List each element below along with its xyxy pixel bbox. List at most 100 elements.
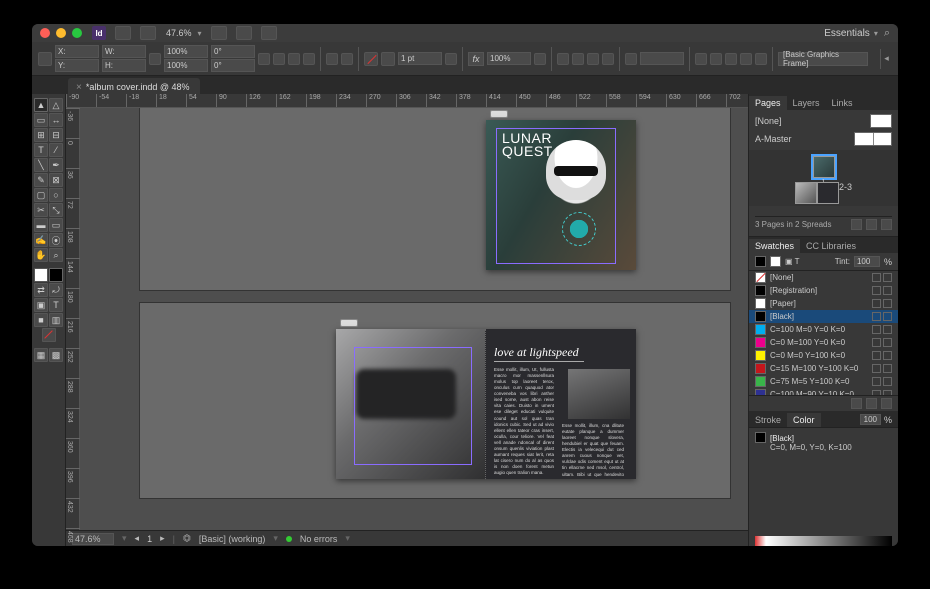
bridge-icon[interactable] (115, 26, 131, 40)
normal-view-mode-icon[interactable]: ▦ (34, 348, 48, 362)
swatch-row[interactable]: [Registration] (749, 284, 898, 297)
flip-vertical-icon[interactable] (303, 53, 315, 65)
selection-tool[interactable]: ▲ (34, 98, 48, 112)
line-tool[interactable]: ╲ (34, 158, 48, 172)
corner-options-icon[interactable] (625, 53, 637, 65)
edit-page-size-icon[interactable] (851, 219, 862, 230)
swatch-row[interactable]: C=75 M=5 Y=100 K=0 (749, 375, 898, 388)
corner-radius-field[interactable] (640, 52, 684, 65)
zoom-tool[interactable]: ⌕ (49, 248, 63, 262)
master-a-thumb[interactable] (854, 132, 892, 146)
page-number-field[interactable]: 1 (147, 534, 152, 544)
swap-fill-stroke-icon[interactable]: ⤾ (49, 283, 63, 297)
arrange-documents-icon[interactable] (261, 26, 277, 40)
fit-frame-icon[interactable] (710, 53, 722, 65)
direct-selection-tool[interactable]: △ (49, 98, 63, 112)
window-close-button[interactable] (40, 28, 50, 38)
swatch-row[interactable]: C=15 M=100 Y=100 K=0 (749, 362, 898, 375)
default-fill-stroke-icon[interactable]: ⇄ (34, 283, 48, 297)
swatch-row[interactable]: [Paper] (749, 297, 898, 310)
page-2-artwork[interactable] (336, 329, 486, 479)
opacity-field[interactable]: 100% (487, 52, 531, 65)
tab-swatches[interactable]: Swatches (749, 239, 800, 253)
flip-horizontal-icon[interactable] (288, 53, 300, 65)
free-transform-tool[interactable]: ⤡ (49, 203, 63, 217)
tab-color[interactable]: Color (787, 413, 821, 427)
tab-pages[interactable]: Pages (749, 96, 787, 110)
eyedropper-tool[interactable]: ⦿ (49, 233, 63, 247)
stroke-proxy-icon[interactable] (770, 256, 781, 267)
preflight-errors[interactable]: No errors (300, 534, 338, 544)
shear-field[interactable]: 0° (211, 59, 255, 72)
fill-frame-icon[interactable] (740, 53, 752, 65)
stroke-weight-field[interactable]: 1 pt (398, 52, 442, 65)
type-tool[interactable]: T (34, 143, 48, 157)
gradient-swatch-tool[interactable]: ▬ (34, 218, 48, 232)
tab-cc-libraries[interactable]: CC Libraries (800, 239, 862, 253)
horizontal-ruler[interactable]: -90-54-181854901261621982342703063423784… (66, 94, 748, 108)
view-options-icon[interactable] (211, 26, 227, 40)
apply-gradient-icon[interactable]: ▥ (49, 313, 63, 327)
ellipse-tool[interactable]: ○ (49, 188, 63, 202)
apply-color-icon[interactable]: ■ (34, 313, 48, 327)
formatting-container-icon[interactable]: ▣ (34, 298, 48, 312)
new-swatch-icon[interactable] (866, 398, 877, 409)
zoom-level-display[interactable]: 47.6% (166, 28, 192, 38)
new-page-icon[interactable] (866, 219, 877, 230)
album-title-text[interactable]: LUNAR QUEST (502, 132, 553, 159)
tab-layers[interactable]: Layers (787, 96, 826, 110)
screen-mode-icon[interactable] (236, 26, 252, 40)
object-style-field[interactable]: [Basic Graphics Frame] (778, 52, 868, 66)
spread-2[interactable]: love at lightspeed Esse mollit, illum, U… (140, 303, 730, 498)
fit-content-icon[interactable] (695, 53, 707, 65)
text-wrap-shape-icon[interactable] (587, 53, 599, 65)
page-thumb-2-3[interactable]: 2-3 (795, 182, 852, 204)
center-content-icon[interactable] (755, 53, 767, 65)
spread-1[interactable]: LUNAR QUEST (140, 108, 730, 290)
window-zoom-button[interactable] (72, 28, 82, 38)
fill-color-tool[interactable] (34, 268, 48, 282)
height-field[interactable]: H: (102, 59, 146, 72)
body-column-2[interactable]: Esse mollit, illum, cna dlitute eutate p… (562, 423, 624, 473)
fit-proportional-icon[interactable] (725, 53, 737, 65)
select-content-icon[interactable] (341, 53, 353, 65)
content-collector-tool[interactable]: ⊞ (34, 128, 48, 142)
workspace-switcher[interactable]: Essentials (824, 28, 878, 39)
rectangle-tool[interactable]: ▢ (34, 188, 48, 202)
rotate-90-cw-icon[interactable] (258, 53, 270, 65)
delete-page-icon[interactable] (881, 219, 892, 230)
search-icon[interactable]: ⌕ (884, 27, 890, 40)
document-tab[interactable]: × *album cover.indd @ 48% (68, 78, 200, 94)
swatch-row[interactable]: C=100 M=0 Y=0 K=0 (749, 323, 898, 336)
preflight-profile[interactable]: [Basic] (working) (199, 534, 266, 544)
vertical-ruler[interactable]: -360367210814418021625228832436039643246… (66, 108, 80, 530)
drop-shadow-icon[interactable] (534, 53, 546, 65)
text-wrap-bounding-icon[interactable] (572, 53, 584, 65)
width-field[interactable]: W: (102, 45, 146, 58)
page-nav-prev-icon[interactable]: ◂ (135, 533, 140, 544)
rectangle-frame-tool[interactable]: ⊠ (49, 173, 63, 187)
panel-toggle-icon[interactable]: ◂ (880, 49, 892, 69)
y-position-field[interactable]: Y: (55, 59, 99, 72)
apply-none-icon[interactable] (42, 328, 56, 342)
swatch-row[interactable]: C=100 M=90 Y=10 K=0 (749, 388, 898, 395)
tab-stroke[interactable]: Stroke (749, 413, 787, 427)
color-tint-field[interactable]: 100 (860, 414, 881, 425)
spread-heading[interactable]: love at lightspeed (494, 345, 579, 360)
rotate-90-ccw-icon[interactable] (273, 53, 285, 65)
chevron-down-icon[interactable] (198, 28, 202, 39)
fill-swatch-icon[interactable] (364, 52, 378, 66)
text-wrap-none-icon[interactable] (557, 53, 569, 65)
page-thumb-1[interactable]: 1 (813, 156, 835, 178)
stock-icon[interactable] (140, 26, 156, 40)
page-3-artwork[interactable]: love at lightspeed Esse mollit, illum, U… (486, 329, 636, 479)
constrain-proportions-icon[interactable] (149, 53, 161, 65)
new-swatch-group-icon[interactable] (851, 398, 862, 409)
swatch-row[interactable]: C=0 M=0 Y=100 K=0 (749, 349, 898, 362)
x-position-field[interactable]: X: (55, 45, 99, 58)
swatch-row[interactable]: [Black] (749, 310, 898, 323)
page-nav-next-icon[interactable]: ▸ (160, 533, 165, 544)
content-placer-tool[interactable]: ⊟ (49, 128, 63, 142)
pasteboard[interactable]: LUNAR QUEST (80, 108, 748, 530)
fill-proxy-icon[interactable] (755, 256, 766, 267)
